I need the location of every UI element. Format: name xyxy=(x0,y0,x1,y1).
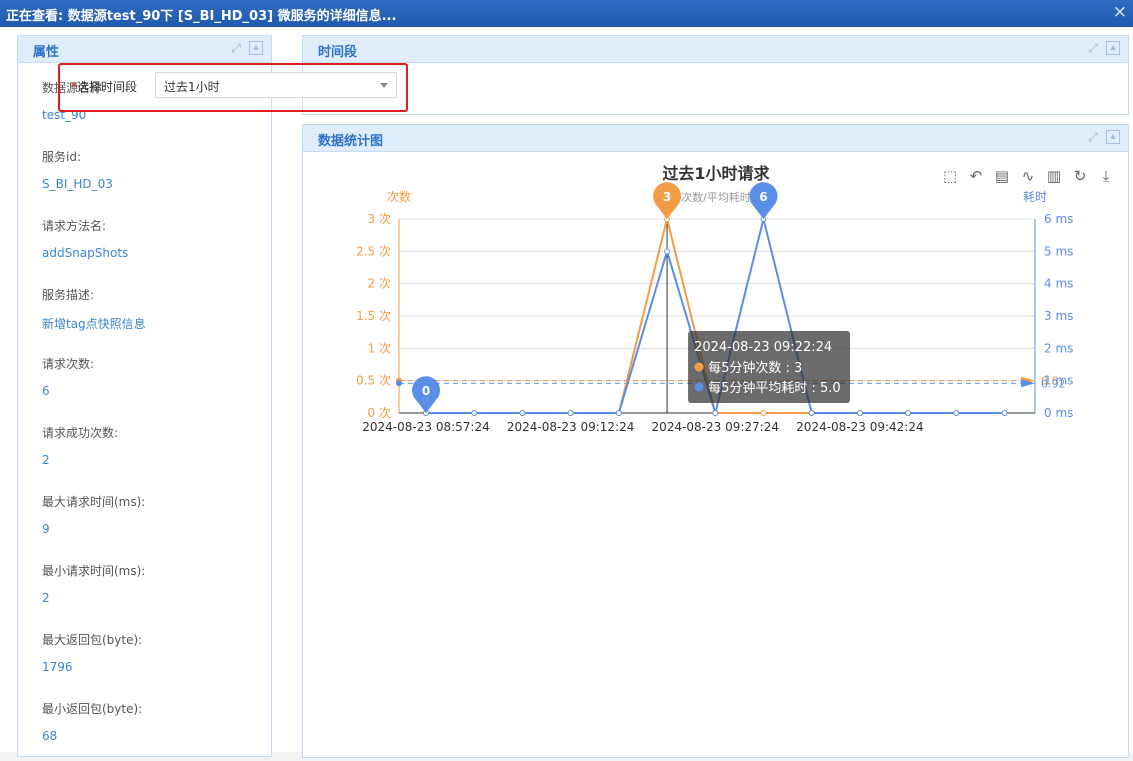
series-point xyxy=(905,410,912,416)
x-tick-label: 2024-08-23 09:27:24 xyxy=(652,420,779,434)
bar-type-icon[interactable]: ▥ xyxy=(1047,167,1061,185)
chart-title: 过去1小时请求 xyxy=(662,164,770,183)
y-axis-right-label: 耗时 xyxy=(1023,190,1047,204)
x-tick-label: 2024-08-23 09:42:24 xyxy=(796,420,923,434)
series-point xyxy=(953,410,960,416)
mark-point-label: 0 xyxy=(422,384,430,398)
series-point xyxy=(567,410,574,416)
tooltip-row: 每5分钟次数 : 3 xyxy=(708,360,802,376)
y-tick-label-right: 0 ms xyxy=(1044,406,1073,420)
y-tick-label-right: 5 ms xyxy=(1044,244,1073,258)
mark-point-label: 6 xyxy=(759,190,767,204)
y-tick-label-left: 0 次 xyxy=(368,406,391,420)
chart-subtitle: 次数/平均耗时 xyxy=(681,190,751,204)
series-point xyxy=(712,410,719,416)
series-point xyxy=(1001,410,1008,416)
window-title: 正在查看: 数据源test_90下 [S_BI_HD_03] 微服务的详细信息.… xyxy=(6,9,397,24)
y-tick-label-left: 3 次 xyxy=(368,212,391,226)
y-tick-label-left: 2 次 xyxy=(368,277,391,291)
series-point xyxy=(664,248,671,255)
y-tick-label-left: 0.5 次 xyxy=(356,374,391,388)
series-point xyxy=(808,410,815,416)
download-icon[interactable]: ⤓ xyxy=(1103,167,1110,185)
mark-line-start xyxy=(396,380,402,387)
window-body: 属性 ⤢ ▴ 数据源名称: test_90 服务id: S_BI_HD_03 请求方法名… xyxy=(0,27,1133,758)
tooltip-title: 2024-08-23 09:22:24 xyxy=(694,340,832,355)
y-tick-label-right: 3 ms xyxy=(1044,309,1073,323)
y-tick-label-left: 2.5 次 xyxy=(356,244,391,258)
zoom-reset-icon[interactable]: ↶ xyxy=(970,167,983,185)
x-tick-label: 2024-08-23 08:57:24 xyxy=(362,420,489,434)
mark-line-label: 0.92 xyxy=(1041,377,1066,390)
y-tick-label-left: 1 次 xyxy=(368,341,391,355)
mark-point-label: 3 xyxy=(663,190,671,204)
series-point xyxy=(615,410,622,416)
close-icon[interactable]: × xyxy=(1113,2,1127,22)
y-tick-label-right: 2 ms xyxy=(1044,341,1073,355)
series-point xyxy=(760,410,767,416)
series-point xyxy=(471,410,478,416)
window-titlebar: 正在查看: 数据源test_90下 [S_BI_HD_03] 微服务的详细信息.… xyxy=(0,0,1133,27)
data-view-icon[interactable]: ▤ xyxy=(995,167,1009,185)
x-tick-label: 2024-08-23 09:12:24 xyxy=(507,420,634,434)
y-axis-left-label: 次数 xyxy=(387,189,411,204)
chart-canvas[interactable]: 过去1小时请求次数/平均耗时 次数 耗时 ⬚ ↶ ▤ ∿ ▥ ↻ ⤓ 0 次 0.5 次 1 次 1.5 … xyxy=(0,27,1133,752)
restore-icon[interactable]: ↻ xyxy=(1074,167,1087,185)
y-tick-label-right: 6 ms xyxy=(1044,212,1073,226)
series-point xyxy=(856,410,863,416)
y-tick-label-left: 1.5 次 xyxy=(356,309,391,323)
tooltip-marker xyxy=(694,362,704,372)
tooltip-marker xyxy=(694,382,704,392)
tooltip-row: 每5分钟平均耗时 : 5.0 xyxy=(708,380,841,396)
y-tick-label-right: 4 ms xyxy=(1044,277,1073,291)
zoom-icon[interactable]: ⬚ xyxy=(943,167,957,185)
line-type-icon[interactable]: ∿ xyxy=(1022,167,1035,185)
series-point xyxy=(519,410,526,416)
